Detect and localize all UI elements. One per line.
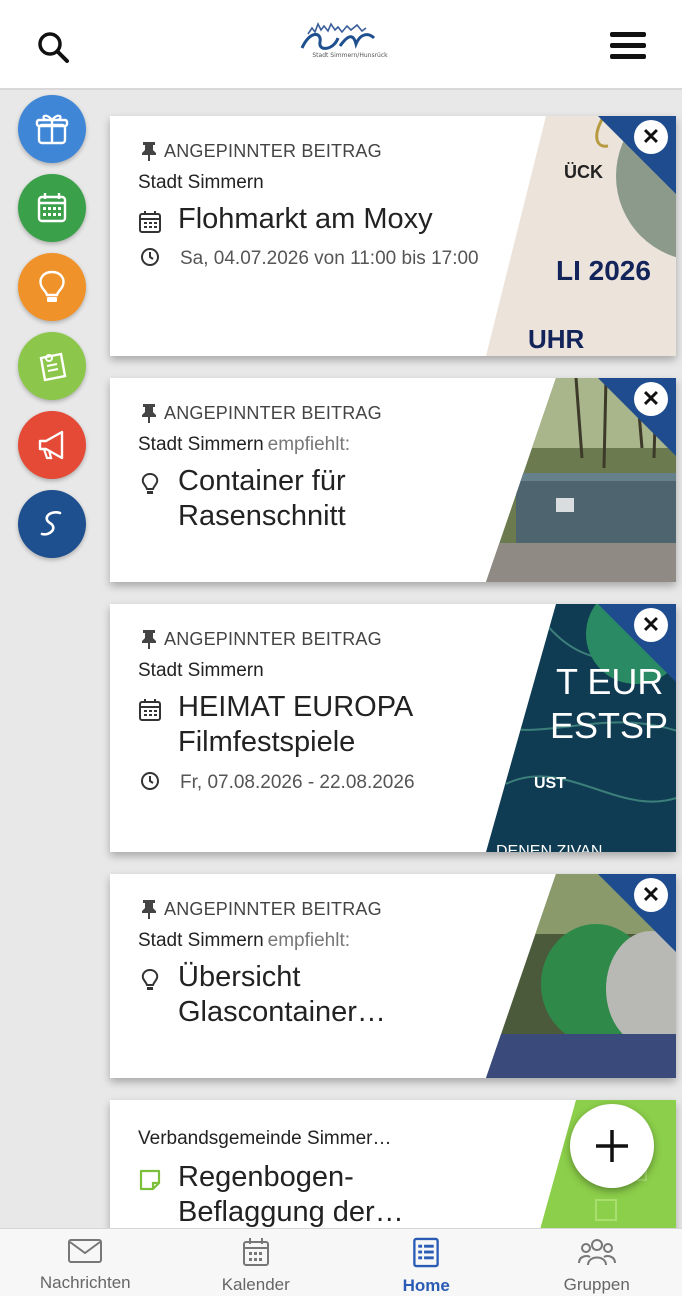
close-icon: ✕ [634,878,668,912]
post-card[interactable]: ANGEPINNTER BEITRAG Stadt Simmern empfieh… [110,874,676,1078]
calendar-icon [242,1238,269,1266]
add-button[interactable] [570,1104,654,1188]
city-logo[interactable] [290,12,402,78]
close-icon: ✕ [634,608,668,642]
calendar-icon [139,699,161,721]
post-card[interactable]: ANGEPINNTER BEITRAG Stadt Simmern empfieh… [110,378,676,582]
lightbulb-icon [141,472,159,494]
post-source: Stadt Simmern [138,172,264,193]
plus-icon [596,1130,628,1162]
post-source: Verbandsgemeinde Simmer… [138,1128,392,1149]
post-title[interactable]: Regenbogen-Beflaggung der… [178,1160,438,1231]
pin-icon [142,900,156,919]
post-card[interactable]: ÜCK LI 2026 UHR ANGEPINNTER BEITRAG Stad… [110,116,676,356]
dismiss-button[interactable]: ✕ [598,604,676,682]
simmern-logo-icon[interactable] [18,490,86,558]
image-text-2: ESTSP [550,705,668,746]
image-text-2: LI 2026 [556,255,651,286]
post-source: Stadt Simmern empfiehlt: [138,434,351,455]
bottom-navigation: Nachrichten Kalender Home Gruppen [0,1228,682,1296]
category-rail [18,95,90,569]
note-icon [139,1169,161,1191]
close-icon: ✕ [634,120,668,154]
post-source: Stadt Simmern empfiehlt: [138,930,351,951]
pin-icon [142,142,156,161]
list-icon [413,1237,440,1268]
post-card[interactable]: T EUR ESTSP UST DENEN ZIVAN ANGEPINNTER … [110,604,676,852]
pinned-label: ANGEPINNTER BEITRAG [138,628,530,650]
clock-icon [141,771,159,790]
dismiss-button[interactable]: ✕ [598,874,676,952]
pin-icon [142,404,156,423]
pinboard-icon[interactable] [18,332,86,400]
post-title[interactable]: Flohmarkt am Moxy [178,202,433,237]
calendar-icon [139,211,161,233]
post-title[interactable]: Container für Rasenschnitt [178,464,498,535]
dismiss-button[interactable]: ✕ [598,378,676,456]
hamburger-menu-icon[interactable] [608,26,648,66]
pin-icon [142,630,156,649]
search-icon[interactable] [34,28,74,68]
pinned-label: ANGEPINNTER BEITRAG [138,402,530,424]
post-date: Fr, 07.08.2026 - 22.08.2026 [180,771,415,793]
megaphone-icon[interactable] [18,411,86,479]
pinned-label: ANGEPINNTER BEITRAG [138,140,530,162]
pinned-label: ANGEPINNTER BEITRAG [138,898,530,920]
image-text-3: UST [534,775,566,792]
calendar-icon[interactable] [18,174,86,242]
app-header: Stadt Simmern/Hunsrück [0,0,682,90]
lightbulb-icon [141,968,159,990]
logo-caption: Stadt Simmern/Hunsrück [312,52,388,59]
lightbulb-icon[interactable] [18,253,86,321]
image-text-3: UHR [528,324,585,354]
post-date: Sa, 04.07.2026 von 11:00 bis 17:00 [180,248,479,270]
close-icon: ✕ [634,382,668,416]
post-title[interactable]: Übersicht Glascontainer… [178,960,418,1031]
nav-messages[interactable]: Nachrichten [0,1229,171,1296]
gift-icon[interactable] [18,95,86,163]
mail-icon [68,1239,103,1263]
post-source: Stadt Simmern [138,660,264,681]
nav-calendar[interactable]: Kalender [171,1229,342,1296]
image-text-4: DENEN ZIVAN [496,843,602,852]
group-icon [577,1239,616,1266]
nav-groups[interactable]: Gruppen [512,1229,682,1296]
post-title[interactable]: HEIMAT EUROPA Filmfestspiele [178,690,478,761]
nav-home[interactable]: Home [341,1229,512,1296]
clock-icon [141,248,159,267]
dismiss-button[interactable]: ✕ [598,116,676,194]
